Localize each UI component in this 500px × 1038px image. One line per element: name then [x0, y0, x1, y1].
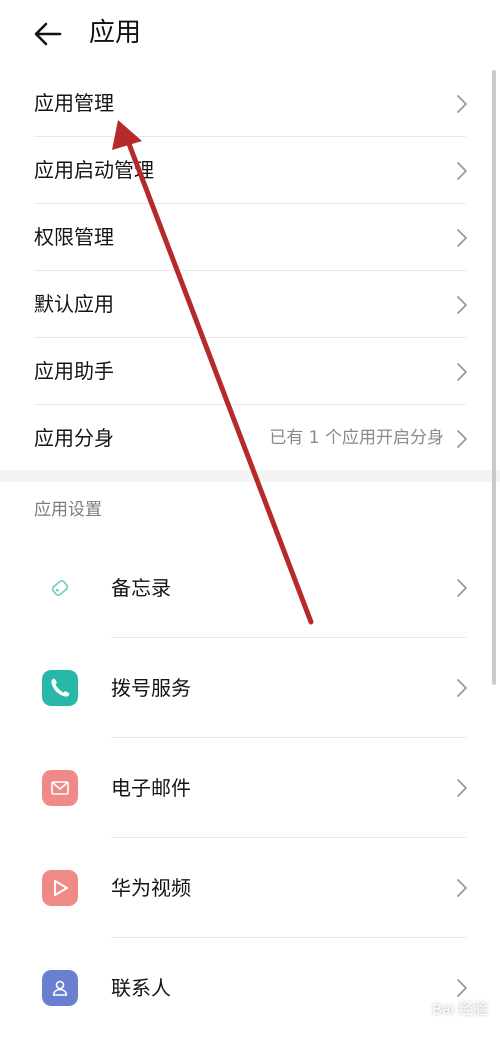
menu-item-default-apps[interactable]: 默认应用: [0, 271, 500, 338]
chevron-right-icon: [457, 363, 467, 381]
chevron-right-icon: [457, 779, 467, 797]
chevron-right-icon: [457, 229, 467, 247]
page-title: 应用: [89, 18, 142, 48]
memo-icon: [42, 570, 78, 606]
menu-item-label: 应用助手: [34, 359, 114, 383]
mail-icon: [42, 770, 78, 806]
chevron-right-icon: [457, 430, 467, 448]
app-item-dialer[interactable]: 拨号服务: [0, 638, 500, 738]
video-icon: [42, 870, 78, 906]
menu-item-app-twin[interactable]: 应用分身 已有 1 个应用开启分身: [0, 405, 500, 472]
section-separator: [0, 470, 500, 482]
phone-icon: [42, 670, 78, 706]
menu-item-label: 权限管理: [34, 225, 114, 249]
app-item-label: 联系人: [111, 976, 171, 1000]
menu-item-app-launch-management[interactable]: 应用启动管理: [0, 137, 500, 204]
contacts-icon: [42, 970, 78, 1006]
app-item-memo[interactable]: 备忘录: [0, 538, 500, 638]
header-bar: 应用: [0, 0, 500, 70]
menu-item-label: 应用分身: [34, 426, 114, 450]
chevron-right-icon: [457, 162, 467, 180]
menu-item-app-assistant[interactable]: 应用助手: [0, 338, 500, 405]
chevron-right-icon: [457, 296, 467, 314]
app-item-label: 华为视频: [111, 876, 191, 900]
menu-item-permission-management[interactable]: 权限管理: [0, 204, 500, 271]
section-title: 应用设置: [34, 500, 102, 520]
chevron-right-icon: [457, 879, 467, 897]
app-item-label: 电子邮件: [111, 776, 191, 800]
chevron-right-icon: [457, 679, 467, 697]
menu-item-label: 应用管理: [34, 91, 114, 115]
menu-item-app-management[interactable]: 应用管理: [0, 70, 500, 137]
scrollbar[interactable]: [492, 70, 496, 685]
app-item-email[interactable]: 电子邮件: [0, 738, 500, 838]
menu-item-label: 应用启动管理: [34, 158, 154, 182]
back-arrow-icon[interactable]: [30, 16, 66, 52]
app-settings-list: 备忘录 拨号服务 电子邮件 华为视频 联系人: [0, 538, 500, 1038]
app-twin-status: 已有 1 个应用开启分身: [269, 428, 444, 448]
app-item-contacts[interactable]: 联系人: [0, 938, 500, 1038]
app-menu-list: 应用管理 应用启动管理 权限管理 默认应用 应用助手 应用分身 已有 1 个应用…: [0, 70, 500, 472]
chevron-right-icon: [457, 579, 467, 597]
app-item-huawei-video[interactable]: 华为视频: [0, 838, 500, 938]
app-item-label: 备忘录: [111, 576, 171, 600]
app-item-label: 拨号服务: [111, 676, 191, 700]
watermark: Bai 经验: [432, 1001, 488, 1018]
chevron-right-icon: [457, 95, 467, 113]
chevron-right-icon: [457, 979, 467, 997]
menu-item-label: 默认应用: [34, 292, 114, 316]
